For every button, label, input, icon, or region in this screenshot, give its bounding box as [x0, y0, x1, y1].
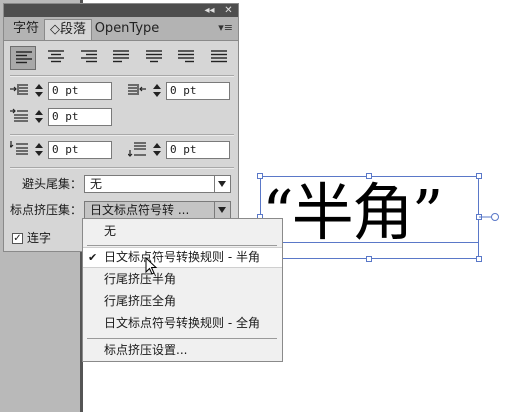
- menu-item-label: 行尾挤压全角: [104, 294, 177, 308]
- panel-menu-icon[interactable]: ▾≡: [218, 21, 233, 34]
- divider: [10, 75, 234, 77]
- mojikumi-value: 日文标点符号转 ...: [90, 203, 190, 217]
- align-center-button[interactable]: [43, 46, 69, 70]
- menu-item-label: 行尾挤压半角: [104, 272, 177, 286]
- justify-all-icon: [211, 50, 227, 63]
- alignment-button-row: [10, 46, 236, 70]
- out-port-icon[interactable]: [479, 212, 499, 222]
- mojikumi-select[interactable]: 日文标点符号转 ...: [84, 201, 231, 219]
- tab-opentype[interactable]: OpenType: [94, 19, 160, 40]
- close-panel-button[interactable]: ✕: [222, 4, 235, 17]
- menu-item-label: 标点挤压设置...: [104, 343, 188, 357]
- kinsoku-label: 避头尾集：: [22, 177, 83, 191]
- justify-left-button[interactable]: [108, 46, 134, 70]
- kinsoku-value: 无: [90, 177, 103, 191]
- space-before-icon: [10, 141, 28, 155]
- align-center-icon: [48, 50, 64, 63]
- divider: [10, 167, 234, 169]
- justify-right-button[interactable]: [173, 46, 199, 70]
- tab-paragraph[interactable]: ◇段落: [44, 19, 92, 40]
- first-line-indent-icon: [10, 108, 28, 122]
- space-after-icon: [128, 142, 146, 157]
- menu-item-label: 日文标点符号转换规则 - 全角: [104, 316, 260, 330]
- menu-item-line-end-half[interactable]: 行尾挤压半角: [83, 269, 282, 290]
- checkmark-icon: ✔: [88, 251, 98, 264]
- first-line-indent-stepper[interactable]: [34, 108, 46, 126]
- menu-item-mojikumi-settings[interactable]: 标点挤压设置...: [83, 340, 282, 361]
- align-left-icon: [16, 51, 32, 64]
- first-line-indent-input[interactable]: 0 pt: [48, 108, 112, 126]
- mojikumi-label: 标点挤压集：: [10, 203, 83, 217]
- resize-handle-top-left[interactable]: [257, 173, 263, 179]
- menu-separator: [87, 245, 277, 246]
- divider: [10, 134, 234, 136]
- text-frame-border: [260, 176, 479, 259]
- paragraph-panel: ◂◂ ✕ 字符 ◇段落 OpenType ▾≡ 0 pt 0 pt 0 pt 0…: [3, 3, 239, 252]
- menu-separator: [87, 338, 277, 339]
- menu-item-label: 日文标点符号转换规则 - 半角: [104, 250, 260, 264]
- panel-title-bar[interactable]: ◂◂ ✕: [4, 4, 238, 17]
- space-before-stepper[interactable]: [34, 141, 46, 159]
- justify-center-icon: [146, 50, 162, 63]
- menu-item-full-width-rule[interactable]: 日文标点符号转换规则 - 全角: [83, 313, 282, 334]
- text-baseline: [260, 242, 479, 243]
- menu-item-half-width-rule[interactable]: ✔ 日文标点符号转换规则 - 半角: [83, 247, 282, 268]
- text-frame[interactable]: “半角”: [257, 173, 499, 262]
- left-indent-input[interactable]: 0 pt: [48, 82, 112, 100]
- left-indent-icon: [10, 84, 28, 95]
- resize-handle-bottom-right[interactable]: [476, 256, 482, 262]
- right-indent-input[interactable]: 0 pt: [166, 82, 230, 100]
- mouse-cursor-icon: [145, 257, 158, 275]
- mojikumi-dropdown-menu: 无 ✔ 日文标点符号转换规则 - 半角 行尾挤压半角 行尾挤压全角 日文标点符号…: [82, 218, 283, 362]
- justify-right-icon: [178, 50, 194, 63]
- align-right-button[interactable]: [76, 46, 102, 70]
- kinsoku-select[interactable]: 无: [84, 175, 231, 193]
- right-indent-icon: [128, 84, 146, 95]
- tab-character[interactable]: 字符: [8, 19, 44, 40]
- menu-item-label: 无: [104, 224, 117, 238]
- chevron-down-icon: [214, 202, 230, 218]
- justify-all-button[interactable]: [206, 46, 232, 70]
- resize-handle-top-right[interactable]: [476, 173, 482, 179]
- menu-item-line-end-full[interactable]: 行尾挤压全角: [83, 291, 282, 312]
- resize-handle-bottom[interactable]: [366, 256, 372, 262]
- align-right-icon: [81, 50, 97, 63]
- left-indent-stepper[interactable]: [34, 82, 46, 100]
- hyphenate-checkbox[interactable]: ✓: [12, 233, 23, 244]
- space-after-stepper[interactable]: [152, 141, 164, 159]
- collapse-panel-button[interactable]: ◂◂: [203, 4, 216, 17]
- hyphenate-label: 连字: [27, 231, 52, 245]
- space-before-input[interactable]: 0 pt: [48, 141, 112, 159]
- right-indent-stepper[interactable]: [152, 82, 164, 100]
- panel-tab-bar: 字符 ◇段落 OpenType ▾≡: [4, 17, 238, 41]
- resize-handle-top[interactable]: [366, 173, 372, 179]
- space-after-input[interactable]: 0 pt: [166, 141, 230, 159]
- chevron-down-icon: [214, 176, 230, 192]
- align-left-button[interactable]: [10, 46, 36, 70]
- justify-center-button[interactable]: [141, 46, 167, 70]
- justify-left-icon: [113, 50, 129, 63]
- menu-item-none[interactable]: 无: [83, 221, 282, 242]
